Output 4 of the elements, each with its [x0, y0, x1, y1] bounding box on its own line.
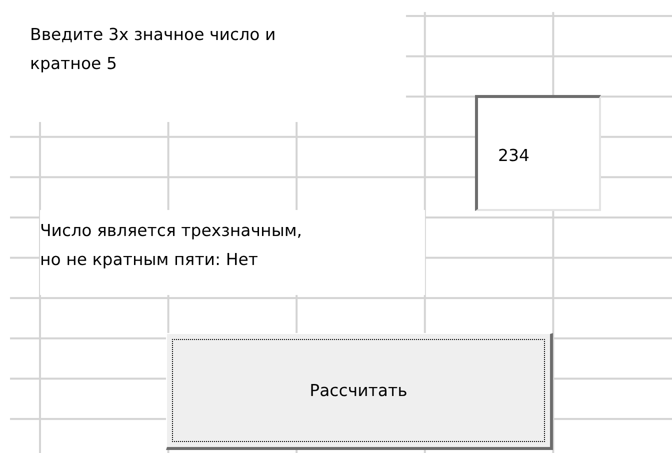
number-field[interactable]: 234 [475, 95, 601, 211]
result-label: Число является трехзначным, но не кратным пяти: Нет [40, 210, 425, 295]
calculate-button[interactable]: Рассчитать [166, 333, 553, 450]
prompt-label: Введите 3х значное число и кратное 5 [10, 12, 406, 122]
